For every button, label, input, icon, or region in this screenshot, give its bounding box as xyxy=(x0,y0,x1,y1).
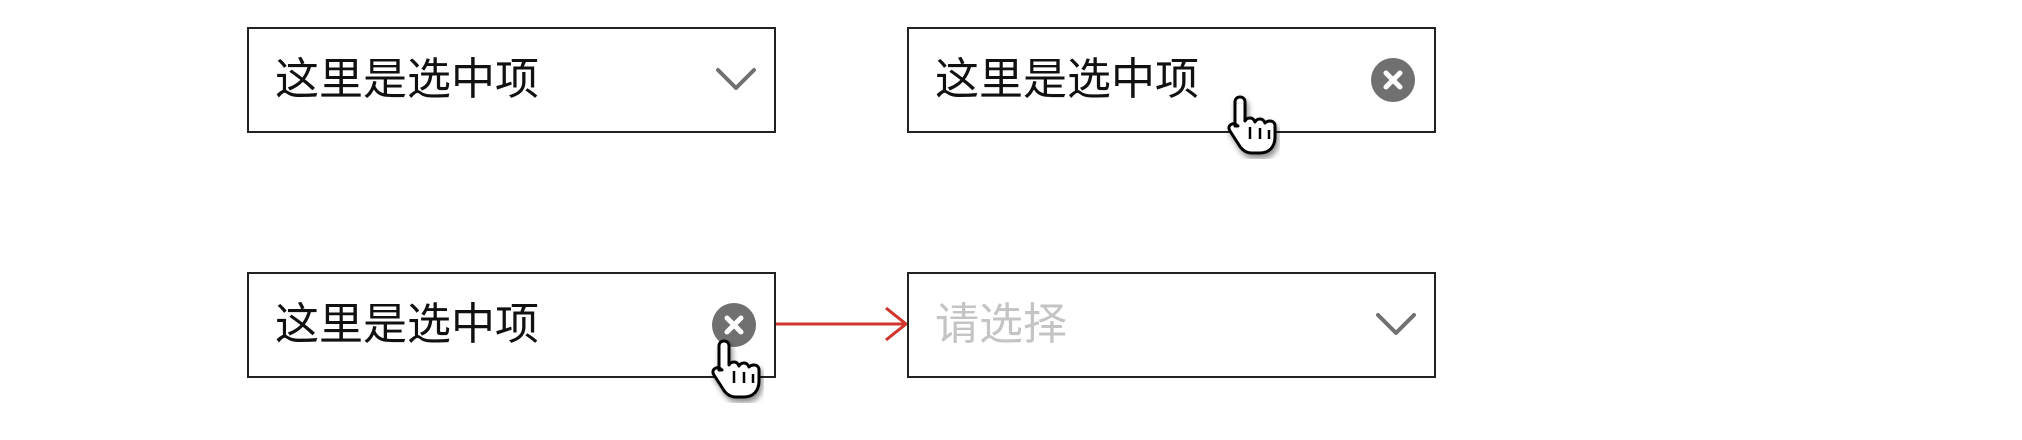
select-filled-hover[interactable]: 这里是选中项 xyxy=(907,27,1436,133)
chevron-down-icon[interactable] xyxy=(1374,305,1418,345)
select-value: 这里是选中项 xyxy=(275,54,539,105)
clear-icon[interactable] xyxy=(1370,57,1416,103)
select-placeholder: 请选择 xyxy=(935,299,1067,350)
chevron-down-icon[interactable] xyxy=(714,60,758,100)
hand-pointer-cursor-icon xyxy=(1227,95,1277,155)
select-value: 这里是选中项 xyxy=(935,54,1199,105)
hand-pointer-cursor-icon xyxy=(711,339,761,399)
select-filled-default[interactable]: 这里是选中项 xyxy=(247,27,776,133)
select-filled-click-clear[interactable]: 这里是选中项 xyxy=(247,272,776,378)
select-value: 这里是选中项 xyxy=(275,299,539,350)
transition-arrow-icon xyxy=(776,306,909,342)
select-empty[interactable]: 请选择 xyxy=(907,272,1436,378)
